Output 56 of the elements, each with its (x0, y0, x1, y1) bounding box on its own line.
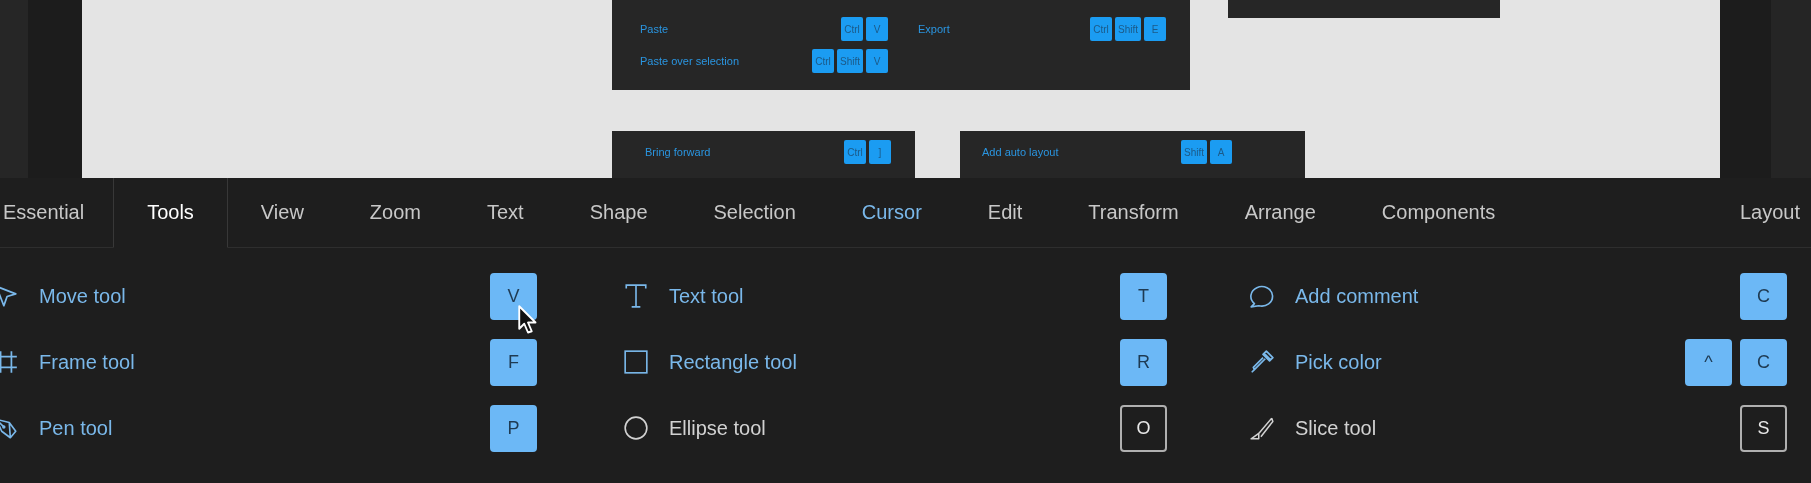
tab[interactable]: Edit (954, 178, 1056, 247)
key-cap: Ctrl (1090, 17, 1112, 41)
key-cap: Shift (837, 49, 863, 73)
eyedropper-icon (1249, 349, 1275, 375)
slice-icon (1249, 415, 1275, 441)
shortcut-label: Paste over selection (640, 55, 740, 67)
shortcut-label: Bring forward (645, 146, 711, 158)
key-cap: P (490, 404, 537, 452)
key-cap: O (1120, 404, 1167, 452)
key-cap: E (1144, 17, 1166, 41)
key-cap: V (866, 17, 888, 41)
tab[interactable]: Tools (113, 178, 228, 248)
shortcut-label: Paste (640, 23, 669, 35)
key-cap: C (1740, 338, 1787, 386)
tab[interactable]: Components (1348, 178, 1529, 247)
key-cap: ^ (1685, 338, 1732, 386)
key-cap: R (1120, 338, 1167, 386)
tool-label: Frame tool (39, 350, 136, 374)
tool-label: Add comment (1295, 284, 1420, 308)
shortcut-label: Export (918, 23, 950, 35)
ellipse-icon (623, 415, 649, 441)
tool-label: Pick color (1295, 350, 1383, 374)
tab[interactable]: Essential (0, 178, 114, 247)
key-cap: A (1210, 140, 1232, 164)
key-cap: C (1740, 272, 1787, 320)
tool-label: Move tool (39, 284, 127, 308)
key-cap: V (866, 49, 888, 73)
tab[interactable]: Arrange (1211, 178, 1349, 247)
text-icon (623, 283, 649, 309)
key-cap: S (1740, 404, 1787, 452)
tab[interactable]: Zoom (336, 178, 454, 247)
tool-label: Rectangle tool (669, 350, 798, 374)
key-cap: Shift (1115, 17, 1141, 41)
tab[interactable]: View (227, 178, 337, 247)
shortcut-label: Add auto layout (982, 146, 1059, 158)
tab[interactable]: Text (454, 178, 557, 247)
tool-label: Ellipse tool (669, 416, 767, 440)
rectangle-icon (623, 349, 649, 375)
tab[interactable]: Transform (1055, 178, 1212, 247)
key-cap: Ctrl (844, 140, 866, 164)
key-cap: F (490, 338, 537, 386)
tab[interactable]: Shape (556, 178, 681, 247)
comment-icon (1249, 283, 1275, 309)
tab[interactable]: Cursor (828, 178, 955, 247)
key-cap: ] (869, 140, 891, 164)
key-cap: Shift (1181, 140, 1207, 164)
tool-label: Pen tool (39, 416, 114, 440)
tab[interactable]: Layout (1706, 178, 1811, 247)
key-cap: Ctrl (812, 49, 834, 73)
key-cap: Ctrl (841, 17, 863, 41)
frame-icon (0, 349, 19, 375)
key-cap: T (1120, 272, 1167, 320)
tool-label: Text tool (669, 284, 745, 308)
mouse-cursor-icon (518, 305, 538, 335)
tool-label: Slice tool (1295, 416, 1378, 440)
tab[interactable]: Selection (680, 178, 829, 247)
